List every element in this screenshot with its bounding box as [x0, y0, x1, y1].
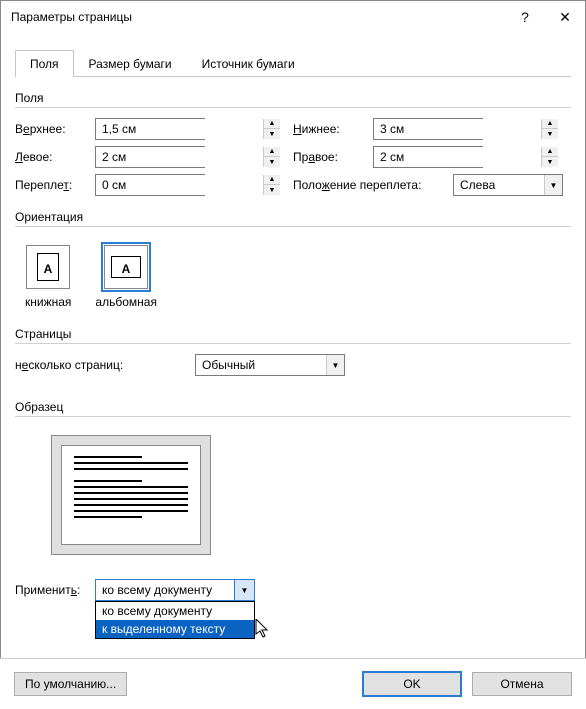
- portrait-label: книжная: [25, 295, 71, 309]
- ok-button[interactable]: OK: [362, 671, 462, 697]
- dialog-footer: По умолчанию... OK Отмена: [0, 658, 586, 709]
- tab-paper-size[interactable]: Размер бумаги: [74, 50, 187, 77]
- apply-to-select[interactable]: ко всему документу ▼: [95, 579, 255, 601]
- help-button[interactable]: ?: [505, 1, 545, 33]
- label-right-margin: Правое:: [293, 150, 373, 164]
- group-sample-title: Образец: [15, 400, 571, 417]
- top-margin-down[interactable]: ▼: [264, 129, 280, 139]
- label-multiple-pages: несколько страниц:: [15, 358, 195, 372]
- chevron-down-icon: ▼: [234, 580, 254, 600]
- right-margin-input[interactable]: ▲▼: [373, 146, 483, 168]
- label-apply-to: Применить:: [15, 583, 95, 597]
- window-title: Параметры страницы: [11, 10, 505, 24]
- bottom-margin-input[interactable]: ▲▼: [373, 118, 483, 140]
- top-margin-up[interactable]: ▲: [264, 119, 280, 129]
- apply-option-whole-document[interactable]: ко всему документу: [96, 602, 254, 620]
- svg-text:A: A: [122, 262, 131, 276]
- landscape-icon: A: [104, 245, 148, 289]
- gutter-down[interactable]: ▼: [264, 185, 280, 195]
- portrait-icon: A: [26, 245, 70, 289]
- top-margin-input[interactable]: ▲▼: [95, 118, 205, 140]
- tab-paper-source[interactable]: Источник бумаги: [187, 50, 310, 77]
- label-gutter: Переплет:: [15, 178, 95, 192]
- left-margin-down[interactable]: ▼: [264, 157, 280, 167]
- apply-to-dropdown: ко всему документу к выделенному тексту: [95, 601, 255, 639]
- left-margin-input[interactable]: ▲▼: [95, 146, 205, 168]
- top-margin-field[interactable]: [96, 119, 263, 139]
- bottom-margin-down[interactable]: ▼: [542, 129, 558, 139]
- sample-preview: [51, 435, 211, 555]
- gutter-input[interactable]: ▲▼: [95, 174, 205, 196]
- landscape-label: альбомная: [95, 295, 157, 309]
- group-orientation-title: Ориентация: [15, 210, 571, 227]
- left-margin-field[interactable]: [96, 147, 263, 167]
- tab-margins[interactable]: Поля: [15, 50, 74, 77]
- bottom-margin-field[interactable]: [374, 119, 541, 139]
- title-bar: Параметры страницы ? ✕: [1, 1, 585, 33]
- right-margin-down[interactable]: ▼: [542, 157, 558, 167]
- orientation-landscape[interactable]: A альбомная: [91, 241, 161, 313]
- label-bottom-margin: Нижнее:: [293, 122, 373, 136]
- left-margin-up[interactable]: ▲: [264, 147, 280, 157]
- group-pages-title: Страницы: [15, 327, 571, 344]
- close-button[interactable]: ✕: [545, 1, 585, 33]
- svg-text:A: A: [44, 262, 53, 276]
- multiple-pages-select[interactable]: Обычный ▼: [195, 354, 345, 376]
- bottom-margin-up[interactable]: ▲: [542, 119, 558, 129]
- cursor-icon: [255, 619, 269, 639]
- tab-bar: Поля Размер бумаги Источник бумаги: [15, 49, 571, 77]
- chevron-down-icon: ▼: [544, 175, 562, 195]
- gutter-field[interactable]: [96, 175, 263, 195]
- gutter-position-select[interactable]: Слева ▼: [453, 174, 563, 196]
- orientation-portrait[interactable]: A книжная: [21, 241, 75, 313]
- right-margin-up[interactable]: ▲: [542, 147, 558, 157]
- right-margin-field[interactable]: [374, 147, 541, 167]
- label-top-margin: Верхнее:: [15, 122, 95, 136]
- group-margins-title: Поля: [15, 91, 571, 108]
- apply-option-selected-text[interactable]: к выделенному тексту: [96, 620, 254, 638]
- chevron-down-icon: ▼: [326, 355, 344, 375]
- label-gutter-position: Положение переплета:: [293, 178, 453, 192]
- label-left-margin: Левое:: [15, 150, 95, 164]
- gutter-up[interactable]: ▲: [264, 175, 280, 185]
- sample-page-icon: [61, 445, 201, 545]
- set-default-button[interactable]: По умолчанию...: [14, 672, 127, 696]
- cancel-button[interactable]: Отмена: [472, 672, 572, 696]
